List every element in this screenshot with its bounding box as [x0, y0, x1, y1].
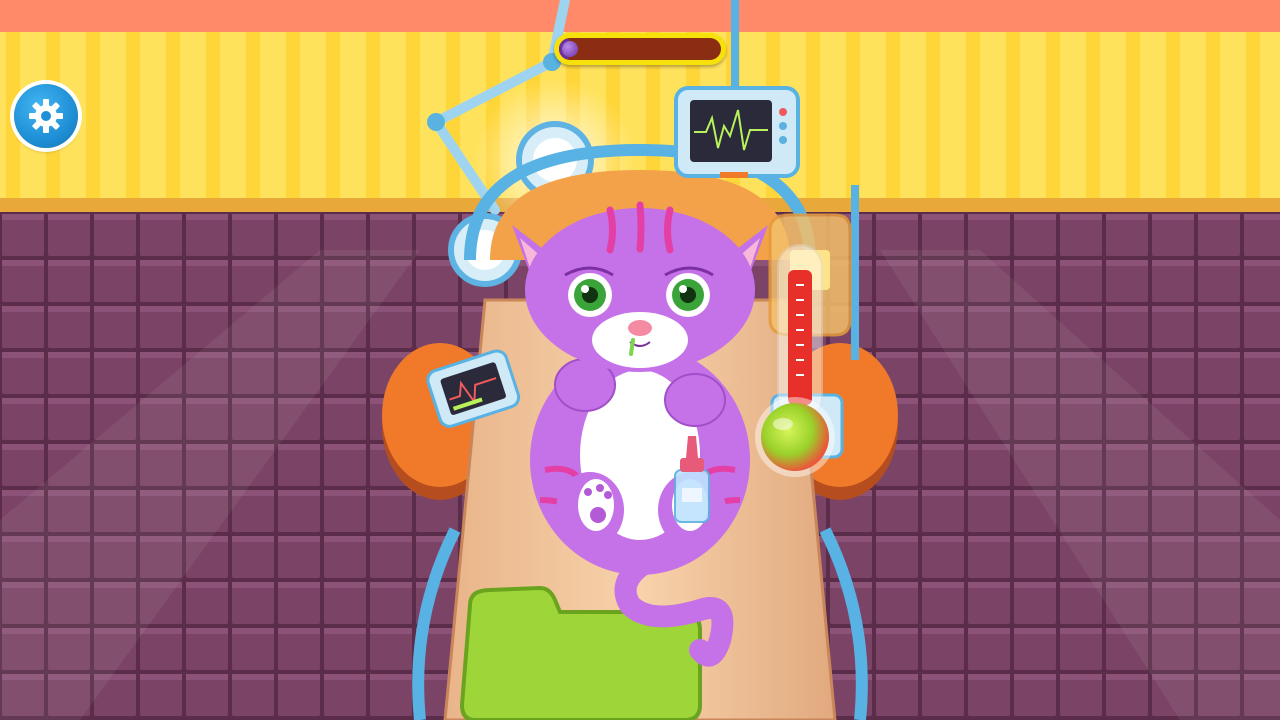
- progress-bar: [554, 33, 726, 65]
- progress-knob: [562, 41, 578, 57]
- heart-rate-monitor: [674, 86, 800, 178]
- progress-track: [559, 38, 721, 60]
- settings-button[interactable]: [14, 84, 78, 148]
- gear-icon: [29, 99, 63, 133]
- game-scene: [0, 0, 1280, 720]
- ceiling-band: [0, 0, 1280, 32]
